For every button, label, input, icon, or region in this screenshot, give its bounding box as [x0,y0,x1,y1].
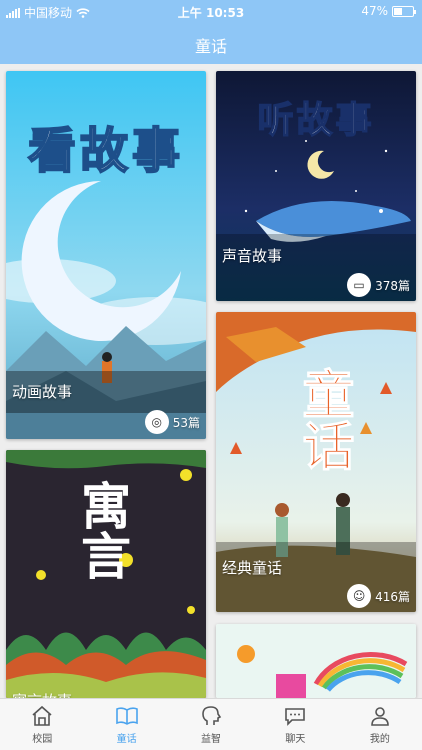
cover-title: 寓言 [73,480,131,580]
card-classic-fairy-tales[interactable]: 童话 经典童话 ☺ 416篇 [216,312,416,612]
cover-art-rainbow-candy [216,624,416,698]
card-count: ▭ 378篇 [347,273,410,297]
tab-school[interactable]: 校园 [0,699,84,750]
card-count-text: 53篇 [172,415,200,430]
tab-label: 童话 [116,734,137,745]
tab-me[interactable]: 我的 [338,699,422,750]
head-profile-icon [202,706,222,725]
tab-chat[interactable]: 聊天 [253,699,337,750]
card-name: 动画故事 [12,383,73,401]
battery-percent: 47% [361,4,388,18]
chat-bubble-icon [285,708,306,726]
card-audio-stories[interactable]: 听故事 声音故事 ▭ 378篇 [216,71,416,301]
card-name: 寓言故事 [12,690,72,698]
card-count: ◎ 53篇 [144,410,200,434]
status-bar: 中国移动 上午 10:53 47% [0,0,422,22]
person-icon [371,707,389,726]
battery-icon [392,5,416,17]
tab-fairy-tales[interactable]: 童话 [84,699,168,750]
book-avatar-icon: ☺ [347,584,372,608]
cover-title: 看故事 [27,122,184,180]
card-count: ☺ 416篇 [347,584,410,608]
tab-puzzle[interactable]: 益智 [169,699,253,750]
tab-label: 益智 [201,734,222,745]
card-name: 声音故事 [222,247,283,265]
tab-label: 聊天 [285,734,306,745]
card-animated-stories[interactable]: 看故事 动画故事 ◎ 53篇 [6,71,206,439]
bottom-tab-bar: 校园 童话 益智 聊天 我的 [0,698,422,750]
cassette-icon: ▭ [347,273,372,297]
card-more[interactable] [216,624,416,698]
card-fables[interactable]: 寓言 寓言故事 [6,450,206,698]
card-count-text: 416篇 [375,589,410,604]
cover-title: 童话 [293,367,354,472]
card-count-text: 378篇 [375,278,410,293]
card-name: 经典童话 [222,559,283,577]
top-bar: 中国移动 上午 10:53 47% 童话 [0,0,422,64]
status-time: 上午 10:53 [177,6,245,20]
film-reel-icon: ◎ [144,410,169,434]
open-book-icon [115,707,138,725]
page-title: 童话 [194,37,227,56]
school-house-icon [32,705,52,726]
tab-label: 我的 [369,734,390,745]
tab-label: 校园 [32,734,53,745]
cover-title: 听故事 [257,99,375,142]
